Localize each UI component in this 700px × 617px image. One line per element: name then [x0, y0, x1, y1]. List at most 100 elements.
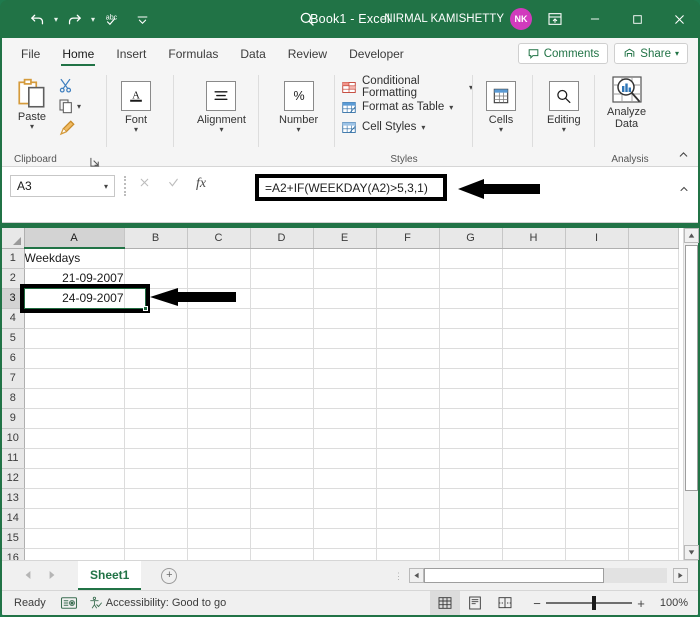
cell-B9[interactable] — [124, 408, 188, 429]
cell-C5[interactable] — [187, 328, 251, 349]
paste-dropdown-icon[interactable]: ▾ — [30, 123, 34, 131]
cell-J4[interactable] — [628, 308, 679, 329]
cell-A10[interactable] — [24, 428, 125, 449]
cell-G8[interactable] — [439, 388, 503, 409]
cell-D7[interactable] — [250, 368, 314, 389]
cell-I13[interactable] — [565, 488, 629, 509]
cell-B5[interactable] — [124, 328, 188, 349]
cell-F8[interactable] — [376, 388, 440, 409]
cancel-formula-icon[interactable] — [138, 176, 151, 192]
ribbon-display-options-icon[interactable] — [536, 0, 574, 38]
cell-H4[interactable] — [502, 308, 566, 329]
normal-view-button[interactable] — [430, 591, 460, 615]
name-box[interactable]: A3 ▾ — [10, 175, 115, 197]
cell-G4[interactable] — [439, 308, 503, 329]
row-header-5[interactable]: 5 — [2, 328, 25, 349]
next-sheet-icon[interactable] — [48, 570, 56, 582]
cell-A14[interactable] — [24, 508, 125, 529]
cell-G9[interactable] — [439, 408, 503, 429]
cell-I3[interactable] — [565, 288, 629, 309]
cell-E1[interactable] — [313, 248, 377, 269]
font-button[interactable]: A Font ▾ — [121, 81, 151, 134]
cell-A13[interactable] — [24, 488, 125, 509]
cell-I12[interactable] — [565, 468, 629, 489]
cell-F3[interactable] — [376, 288, 440, 309]
cell-J10[interactable] — [628, 428, 679, 449]
cell-E13[interactable] — [313, 488, 377, 509]
cell-J6[interactable] — [628, 348, 679, 369]
conditional-formatting-button[interactable]: Conditional Formatting ▾ — [341, 75, 473, 99]
cell-J1[interactable] — [628, 248, 679, 269]
column-header-I[interactable]: I — [565, 228, 629, 249]
cell-A15[interactable] — [24, 528, 125, 549]
maximize-button[interactable] — [616, 0, 658, 38]
close-button[interactable] — [658, 0, 700, 38]
column-header-C[interactable]: C — [187, 228, 251, 249]
cell-A4[interactable] — [24, 308, 125, 329]
cell-A3[interactable]: 24-09-2007 — [24, 288, 125, 309]
share-button[interactable]: Share ▾ — [614, 43, 688, 64]
cell-J16[interactable] — [628, 548, 679, 560]
share-dropdown-icon[interactable]: ▾ — [675, 49, 679, 58]
tab-review[interactable]: Review — [277, 38, 338, 69]
cell-C2[interactable] — [187, 268, 251, 289]
cell-G13[interactable] — [439, 488, 503, 509]
cell-B11[interactable] — [124, 448, 188, 469]
comments-button[interactable]: Comments — [517, 43, 609, 64]
cell-C6[interactable] — [187, 348, 251, 369]
column-header-B[interactable]: B — [124, 228, 188, 249]
row-header-16[interactable]: 16 — [2, 548, 25, 560]
cut-button[interactable] — [58, 77, 75, 99]
cell-E4[interactable] — [313, 308, 377, 329]
avatar[interactable]: NK — [510, 8, 532, 30]
previous-sheet-icon[interactable] — [24, 570, 32, 582]
format-as-table-button[interactable]: Format as Table ▾ — [341, 97, 473, 117]
cell-C10[interactable] — [187, 428, 251, 449]
row-header-1[interactable]: 1 — [2, 248, 25, 269]
cell-F1[interactable] — [376, 248, 440, 269]
cell-F13[interactable] — [376, 488, 440, 509]
cell-J9[interactable] — [628, 408, 679, 429]
cell-D16[interactable] — [250, 548, 314, 560]
cell-C15[interactable] — [187, 528, 251, 549]
split-handle[interactable]: ⋮ — [394, 571, 403, 580]
cell-I16[interactable] — [565, 548, 629, 560]
alignment-dropdown-icon[interactable]: ▾ — [219, 126, 223, 134]
cell-A5[interactable] — [24, 328, 125, 349]
row-header-6[interactable]: 6 — [2, 348, 25, 369]
account-area[interactable]: NIRMAL KAMISHETTY NK — [384, 0, 532, 38]
cell-H12[interactable] — [502, 468, 566, 489]
cell-E5[interactable] — [313, 328, 377, 349]
cell-E6[interactable] — [313, 348, 377, 369]
cell-F10[interactable] — [376, 428, 440, 449]
undo-dropdown-icon[interactable]: ▾ — [54, 15, 58, 24]
cell-F16[interactable] — [376, 548, 440, 560]
cell-B12[interactable] — [124, 468, 188, 489]
collapse-ribbon-icon[interactable] — [677, 148, 690, 164]
cell-J11[interactable] — [628, 448, 679, 469]
cell-H7[interactable] — [502, 368, 566, 389]
cell-E7[interactable] — [313, 368, 377, 389]
cell-B16[interactable] — [124, 548, 188, 560]
row-header-4[interactable]: 4 — [2, 308, 25, 329]
scroll-left-button[interactable] — [409, 568, 424, 583]
zoom-knob[interactable] — [592, 596, 596, 610]
cell-A6[interactable] — [24, 348, 125, 369]
tab-insert[interactable]: Insert — [105, 38, 157, 69]
number-dropdown-icon[interactable]: ▾ — [297, 126, 301, 134]
cell-B10[interactable] — [124, 428, 188, 449]
cell-D5[interactable] — [250, 328, 314, 349]
cell-C14[interactable] — [187, 508, 251, 529]
vertical-scrollbar-thumb[interactable] — [685, 245, 698, 491]
tab-data[interactable]: Data — [229, 38, 276, 69]
cell-J13[interactable] — [628, 488, 679, 509]
cell-F7[interactable] — [376, 368, 440, 389]
cell-H16[interactable] — [502, 548, 566, 560]
cell-D11[interactable] — [250, 448, 314, 469]
cell-E16[interactable] — [313, 548, 377, 560]
cell-A9[interactable] — [24, 408, 125, 429]
column-header-E[interactable]: E — [313, 228, 377, 249]
select-all-corner[interactable] — [2, 228, 25, 249]
row-header-10[interactable]: 10 — [2, 428, 25, 449]
cell-G7[interactable] — [439, 368, 503, 389]
